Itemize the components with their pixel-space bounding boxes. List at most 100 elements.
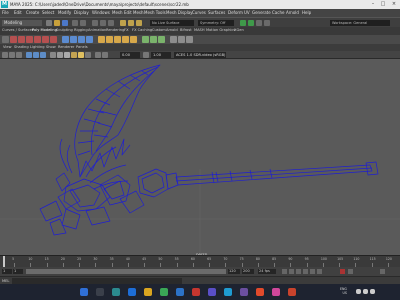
step-back-icon[interactable] [289,269,294,274]
discord-icon[interactable] [240,288,248,296]
bookmarks-icon[interactable] [9,52,15,58]
menu-display[interactable]: Display [74,10,89,15]
persp-viewport[interactable]: persp [0,59,400,255]
freeze-transforms-icon[interactable] [178,36,185,43]
workspace-dropdown[interactable]: Workspace: General [330,20,390,26]
character-set-icon[interactable] [380,269,385,274]
maximize-icon[interactable]: □ [378,1,388,8]
image-plane-icon[interactable] [16,52,22,58]
teams-icon[interactable] [208,288,216,296]
snap-grid-icon[interactable] [120,20,126,26]
poly-sphere-icon[interactable] [10,36,17,43]
close-icon[interactable]: × [389,1,399,8]
new-scene-icon[interactable] [46,20,52,26]
wifi-icon[interactable] [356,289,361,294]
shelf-tab-rigging[interactable]: Rigging [74,28,88,32]
search-icon[interactable] [96,288,104,296]
menu-mesh-tools[interactable]: Mesh Tools [144,10,166,15]
play-forwards-icon[interactable] [303,269,308,274]
panel-menu-show[interactable]: Show [46,45,56,49]
gamma-field[interactable]: 1.00 [151,52,171,58]
select-tool-icon[interactable] [2,36,9,43]
time-slider[interactable]: 5 10 15 20 25 30 35 40 45 50 55 60 65 70 75 80 85 90 95 100… [0,255,400,267]
menu-mesh-display[interactable]: Mesh Display [166,10,193,15]
render-settings-icon[interactable] [256,20,262,26]
menu-set-dropdown[interactable]: Modeling [2,20,42,26]
wireframe-icon[interactable] [50,52,56,58]
shelf-tab-xgen[interactable]: XGen [234,28,244,32]
windows-start-icon[interactable] [80,288,88,296]
range-slider-bar[interactable] [26,269,226,274]
select-object-icon[interactable] [100,20,106,26]
scythe-wireframe-model[interactable] [0,59,400,255]
smooth-icon[interactable] [86,36,93,43]
current-time-indicator[interactable] [3,256,5,267]
xray-icon[interactable] [95,52,101,58]
shadows-icon[interactable] [85,52,91,58]
go-to-end-icon[interactable] [317,269,322,274]
shelf-tab-poly-modeling[interactable]: Poly Modeling [32,28,57,32]
save-scene-icon[interactable] [62,20,68,26]
menu-deform[interactable]: Deform [228,10,243,15]
menu-create[interactable]: Create [26,10,39,15]
combine-icon[interactable] [62,36,69,43]
menu-curves[interactable]: Curves [192,10,206,15]
poly-cube-icon[interactable] [18,36,25,43]
wireframe-on-shaded-icon[interactable] [64,52,70,58]
exposure-field[interactable]: 0.00 [120,52,140,58]
file-explorer-icon[interactable] [144,288,152,296]
app2-icon[interactable] [288,288,296,296]
gamma-icon[interactable] [143,52,149,58]
open-scene-icon[interactable] [54,20,60,26]
animation-preferences-icon[interactable] [348,269,353,274]
snap-curve-icon[interactable] [128,20,134,26]
play-backwards-icon[interactable] [296,269,301,274]
go-to-start-icon[interactable] [282,269,287,274]
shelf-tab-curves-surfaces[interactable]: Curves / Surfaces [2,28,34,32]
poly-cone-icon[interactable] [34,36,41,43]
shelf-tab-rendering[interactable]: Rendering [106,28,124,32]
store-icon[interactable] [160,288,168,296]
volume-icon[interactable] [363,289,368,294]
clock[interactable] [380,287,398,291]
view-transform-dropdown[interactable]: ACES 1.0 SDR-video (sRGB) [174,52,226,58]
menu-help[interactable]: Help [302,10,311,15]
edge-icon[interactable] [128,288,136,296]
delete-history-icon[interactable] [186,36,193,43]
shelf-tab-animation[interactable]: Animation [88,28,106,32]
redo-icon[interactable] [80,20,86,26]
shelf-tab-bifrost[interactable]: Bifrost [180,28,192,32]
menu-surfaces[interactable]: Surfaces [208,10,225,15]
ipr-render-icon[interactable] [248,20,254,26]
panel-menu-lighting[interactable]: Lighting [30,45,45,49]
fps-dropdown[interactable]: 24 fps [258,269,276,274]
center-pivot-icon[interactable] [170,36,177,43]
auto-key-icon[interactable] [340,269,345,274]
shelf-tab-sculpting[interactable]: Sculpting [56,28,73,32]
start-time-field[interactable]: 1 [2,269,12,274]
render-icon[interactable] [240,20,246,26]
menu-modify[interactable]: Modify [58,10,71,15]
panel-menu-panels[interactable]: Panels [76,45,88,49]
playback-end-field[interactable]: 120 [228,269,240,274]
uv-editor-icon[interactable] [142,36,149,43]
isolate-select-icon[interactable] [102,52,108,58]
maya-taskbar-icon[interactable] [272,288,280,296]
select-hierarchy-icon[interactable] [92,20,98,26]
extrude-icon[interactable] [98,36,105,43]
menu-uv[interactable]: UV [244,10,250,15]
shelf-tab-motion-graphics[interactable]: Motion Graphics [206,28,235,32]
automatic-map-icon[interactable] [158,36,165,43]
menu-edit-mesh[interactable]: Edit Mesh [124,10,144,15]
merge-icon[interactable] [130,36,137,43]
menu-generate[interactable]: Generate [252,10,271,15]
menu-file[interactable]: File [2,10,9,15]
film-gate-icon[interactable] [33,52,39,58]
bridge-icon[interactable] [106,36,113,43]
menu-edit[interactable]: Edit [14,10,22,15]
poly-torus-icon[interactable] [42,36,49,43]
poly-plane-icon[interactable] [50,36,57,43]
shelf-tab-fx-caching[interactable]: FX Caching [132,28,152,32]
menu-mesh[interactable]: Mesh [112,10,123,15]
command-language-label[interactable]: MEL [2,279,9,283]
